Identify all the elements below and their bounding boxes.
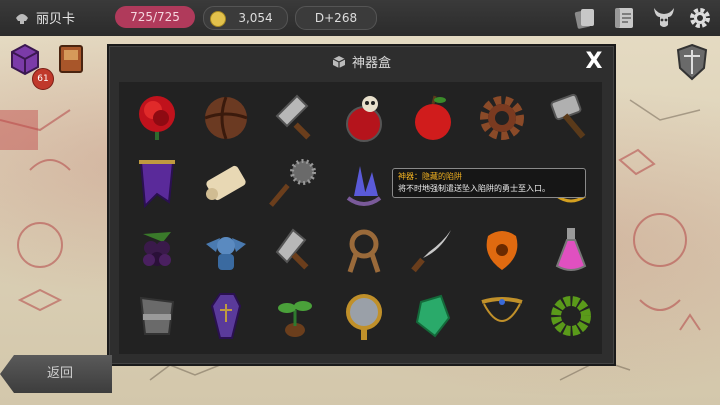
back-button[interactable]: 返回 bbox=[0, 355, 112, 393]
gold-display: 3,054 bbox=[203, 6, 288, 30]
modal-title: 神器盒 bbox=[109, 52, 614, 71]
back-button-label: 返回 bbox=[46, 366, 73, 381]
close-icon[interactable]: X bbox=[582, 50, 606, 74]
artifact-box-modal: 神器盒 X bbox=[107, 44, 616, 366]
cards-icon[interactable] bbox=[572, 5, 598, 31]
item-trowel-2[interactable] bbox=[265, 220, 325, 280]
item-leather-ball[interactable] bbox=[196, 88, 256, 148]
item-green-bead-bracelet[interactable] bbox=[541, 286, 601, 346]
item-crystal-cluster[interactable] bbox=[334, 154, 394, 214]
item-curved-dagger[interactable] bbox=[403, 220, 463, 280]
gear-icon[interactable] bbox=[687, 5, 713, 31]
item-amber-gem[interactable] bbox=[472, 220, 532, 280]
item-count-badge: 61 bbox=[32, 68, 54, 90]
item-trowel[interactable] bbox=[265, 88, 325, 148]
hp-display: 725/725 bbox=[115, 6, 195, 28]
artifact-grid bbox=[119, 82, 602, 354]
item-red-rose[interactable] bbox=[127, 88, 187, 148]
item-iron-bracer[interactable] bbox=[127, 286, 187, 346]
item-pink-potion[interactable] bbox=[541, 220, 601, 280]
item-green-sprout[interactable] bbox=[265, 286, 325, 346]
item-red-apple[interactable] bbox=[403, 88, 463, 148]
item-war-hammer[interactable] bbox=[541, 88, 601, 148]
box-icon bbox=[332, 56, 346, 68]
gold-value: 3,054 bbox=[238, 11, 273, 25]
tooltip-description: 将不时地强制遣送坠入陷阱的勇士至入口。 bbox=[398, 184, 550, 193]
item-rope-coil[interactable] bbox=[334, 220, 394, 280]
item-purple-coffin[interactable] bbox=[196, 286, 256, 346]
item-jeweled-necklace[interactable] bbox=[472, 286, 532, 346]
item-black-grapes[interactable] bbox=[127, 220, 187, 280]
item-hand-mirror[interactable] bbox=[334, 286, 394, 346]
item-rusty-gear[interactable] bbox=[472, 88, 532, 148]
item-spiked-flail[interactable] bbox=[265, 154, 325, 214]
item-paper-scroll[interactable] bbox=[196, 154, 256, 214]
item-blood-potion-skull[interactable] bbox=[334, 88, 394, 148]
player-name: 丽贝卡 bbox=[36, 12, 76, 27]
book-icon[interactable] bbox=[54, 42, 88, 76]
item-green-crystal[interactable] bbox=[403, 286, 463, 346]
item-purple-banner[interactable] bbox=[127, 154, 187, 214]
coin-icon bbox=[210, 11, 226, 27]
scroll-map-icon[interactable] bbox=[613, 5, 639, 31]
depth-display: D+268 bbox=[295, 6, 377, 30]
horned-helmet-icon[interactable] bbox=[651, 5, 677, 31]
shield-icon[interactable] bbox=[672, 42, 712, 82]
top-bar: 丽贝卡 725/725 3,054 D+268 bbox=[0, 0, 720, 36]
modal-title-text: 神器盒 bbox=[351, 56, 391, 71]
item-blue-gargoyle[interactable] bbox=[196, 220, 256, 280]
item-tooltip: 神器：隐藏的陷阱 将不时地强制遣送坠入陷阱的勇士至入口。 bbox=[392, 168, 586, 198]
tooltip-title: 神器：隐藏的陷阱 bbox=[398, 172, 462, 181]
helmet-icon bbox=[16, 14, 28, 24]
